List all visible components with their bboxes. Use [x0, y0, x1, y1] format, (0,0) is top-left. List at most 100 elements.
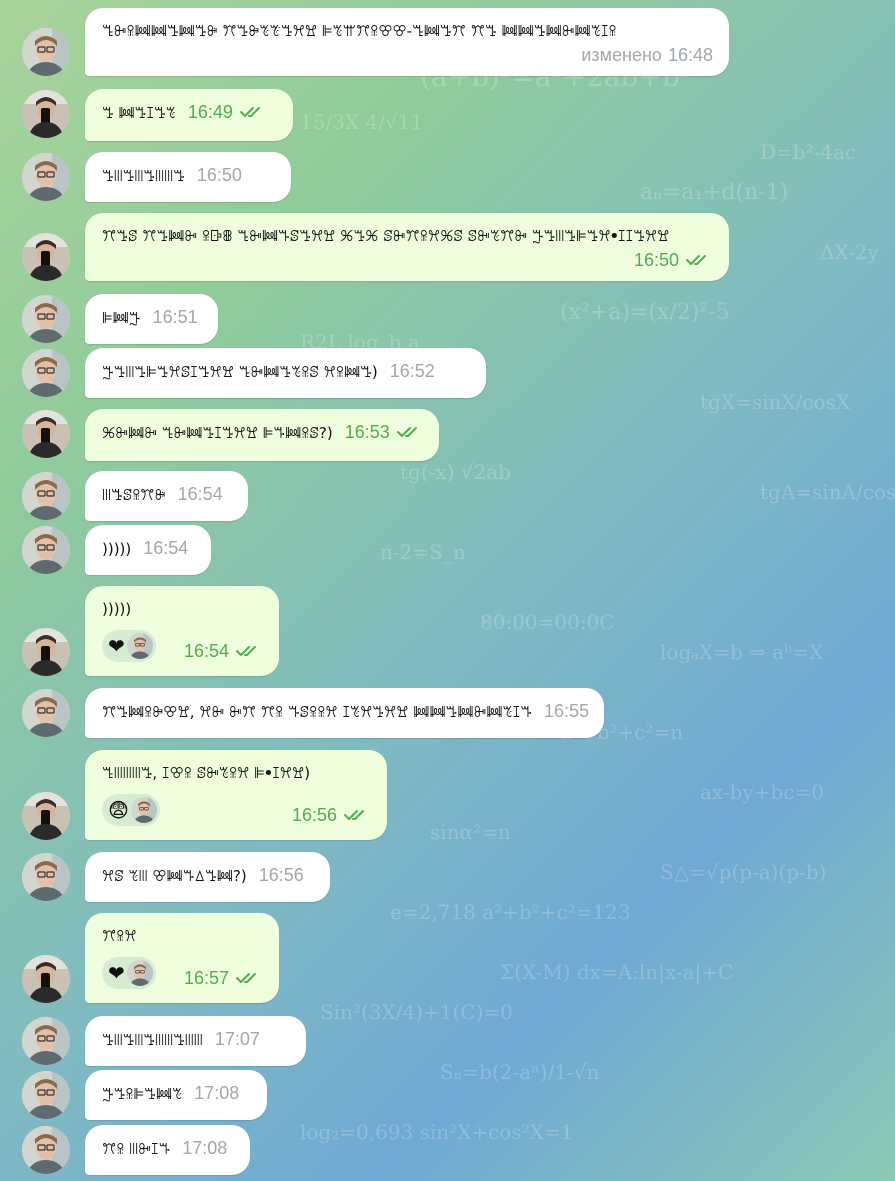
message-meta: 16:50	[197, 164, 242, 186]
reactor-avatar	[126, 960, 153, 986]
incoming-message-bubble[interactable]: ꔫꕉ ꔖꔻꕯꔒ 17:08	[85, 1125, 250, 1175]
reactor-avatar	[126, 633, 153, 659]
message-meta: 16:51	[153, 306, 198, 328]
read-checkmarks-icon	[686, 255, 706, 265]
message-list[interactable]: ꔎꔻꕉꔞꔞꔤꔞꔤꔭ ꔫꔤꔭꔳꔴꔤꕮꖏ ꕞꔳꕌꔫꕉꕢꕢ-ꔎꔞꔤꔫ ꔫꔤ ꔞꔞꔤꔞꔻ…	[0, 0, 895, 1181]
message-time: 16:50	[196, 165, 242, 185]
message-time: 16:53	[344, 422, 390, 442]
message-text: ꕮꕷ ꔳꔖ ꕢꔞꔒꕔꔤꔞ?)	[102, 867, 247, 885]
sender-avatar[interactable]	[22, 410, 70, 458]
read-checkmarks-icon	[236, 973, 256, 983]
message-meta: 17:08	[182, 1137, 227, 1159]
message-text: )))))	[102, 600, 132, 618]
sender-avatar[interactable]	[22, 472, 70, 520]
message-time: 17:08	[194, 1083, 240, 1103]
message-meta: изменено 16:48	[581, 44, 713, 66]
read-checkmarks-icon	[236, 646, 256, 656]
sender-avatar[interactable]	[22, 90, 70, 138]
reaction-emoji: 😨	[108, 798, 129, 822]
message-text: ꔎꔻꕉꔞꔞꔤꔞꔤꔭ ꔫꔤꔭꔳꔴꔤꕮꖏ ꕞꔳꕌꔫꕉꕢꕢ-ꔎꔞꔤꔫ ꔫꔤ ꔞꔞꔤꔞꔻ…	[102, 22, 617, 40]
message-text: ꔫꔤꔞꕉꔭꕢꖏ, ꕮꔻ ꔻꔫ ꔫꕉ ꔒꕷꕉꕉꕮ ꕯꔳꕮꔤꕮꖏ ꔞꔞꔤꔞꔻꔞꔳꕯꔒ	[102, 703, 533, 721]
outgoing-message-bubble[interactable]: ))))) ❤ 16:54	[85, 586, 279, 676]
reaction-emoji: ❤	[108, 961, 125, 985]
message-text: ꔓꔤꔖꔤꕞꔤꕮꕷꕯꔤꕮꖏ ꔎꔻꔞꔤꔳꕉꕷ ꕮꕉꔞꔤ)	[102, 363, 378, 381]
message-text: ꔖꔤꕷꕉꔫꔭ	[102, 486, 166, 504]
message-time: 16:54	[177, 484, 223, 504]
message-time: 17:08	[182, 1138, 228, 1158]
message-text: )))))	[102, 540, 132, 558]
message-time: 16:52	[389, 361, 435, 381]
sender-avatar[interactable]	[22, 628, 70, 676]
message-text: ꔫꔤꕷ ꔫꔤꔞꔻ ꕉꕒꕬ ꔎꔻꔞꔒꕷꔤꕮꖏ ꕑꔤꕑ ꕷꔻꔫꕉꕮꕑꕷ ꕷꔻꔳꔫꔻ …	[102, 227, 670, 245]
message-time: 17:07	[214, 1029, 260, 1049]
sender-avatar[interactable]	[22, 295, 70, 343]
incoming-message-bubble[interactable]: ꔓꔤꔖꔤꕞꔤꕮꕷꕯꔤꕮꖏ ꔎꔻꔞꔤꔳꕉꕷ ꕮꕉꔞꔤ) 16:52	[85, 348, 486, 398]
reaction-chip[interactable]: 😨	[102, 794, 160, 826]
sender-avatar[interactable]	[22, 153, 70, 201]
outgoing-message-bubble[interactable]: ꔫꔤꕷ ꔫꔤꔞꔻ ꕉꕒꕬ ꔎꔻꔞꔒꕷꔤꕮꖏ ꕑꔤꕑ ꕷꔻꔫꕉꕮꕑꕷ ꕷꔻꔳꔫꔻ …	[85, 213, 729, 281]
message-meta: 16:56	[259, 864, 304, 886]
message-text: ꔓꔤꕉꕞꔤꔞꔳ	[102, 1085, 183, 1103]
incoming-message-bubble[interactable]: ꕞꔞꔓ 16:51	[85, 294, 218, 344]
reaction-chip[interactable]: ❤	[102, 957, 156, 989]
message-time: 16:57	[183, 968, 229, 988]
message-time: 16:51	[152, 307, 198, 327]
reactor-avatar	[130, 797, 157, 823]
message-meta: 17:07	[215, 1028, 260, 1050]
sender-avatar[interactable]	[22, 526, 70, 574]
incoming-message-bubble[interactable]: ꔤꔖꔤꔖꔤꔖꔖꔤ 16:50	[85, 152, 291, 202]
sender-avatar[interactable]	[22, 792, 70, 840]
message-time: 16:56	[258, 865, 304, 885]
sender-avatar[interactable]	[22, 689, 70, 737]
incoming-message-bubble[interactable]: ꔓꔤꕉꕞꔤꔞꔳ 17:08	[85, 1070, 267, 1120]
message-meta: 16:49	[188, 101, 267, 123]
message-time: 16:54	[183, 641, 229, 661]
sender-avatar[interactable]	[22, 233, 70, 281]
message-text: ꔎꔖꔖꔖꔤ, ꕯꕢꕉ ꕷꔻꔳꕉꕮ ꕞꔷꕯꕮꖏ)	[102, 764, 311, 782]
message-meta: 16:54	[178, 483, 223, 505]
message-time: 16:49	[187, 102, 233, 122]
message-meta: 16:53	[345, 421, 424, 443]
message-meta: 16:54	[184, 640, 263, 662]
read-checkmarks-icon	[344, 810, 364, 820]
message-text: ꕑꔻꔞꔻ ꔎꔻꔞꔤꕯꔤꕮꖏ ꕞꔒꔞꕉꕷ?)	[102, 424, 333, 442]
incoming-message-bubble[interactable]: ꕮꕷ ꔳꔖ ꕢꔞꔒꕔꔤꔞ?) 16:56	[85, 852, 330, 902]
outgoing-message-bubble[interactable]: ꔎꔖꔖꔖꔤ, ꕯꕢꕉ ꕷꔻꔳꕉꕮ ꕞꔷꕯꕮꖏ) 😨 16:56	[85, 750, 387, 840]
message-time: 16:55	[544, 701, 590, 721]
message-time: 16:48	[667, 45, 713, 65]
message-text: ꔤꔖꔤꔖꔤꔖꔖꔤ	[102, 167, 185, 185]
message-meta: 17:08	[194, 1082, 239, 1104]
sender-avatar[interactable]	[22, 1017, 70, 1065]
message-text: ꔤꔖꔤꔖꔤꔖꔖꔤꔖꔖ	[102, 1031, 203, 1049]
incoming-message-bubble[interactable]: ꔫꔤꔞꕉꔭꕢꖏ, ꕮꔻ ꔻꔫ ꔫꕉ ꔒꕷꕉꕉꕮ ꕯꔳꕮꔤꕮꖏ ꔞꔞꔤꔞꔻꔞꔳꕯꔒ…	[85, 688, 604, 738]
incoming-message-bubble[interactable]: ꔎꔻꕉꔞꔞꔤꔞꔤꔭ ꔫꔤꔭꔳꔴꔤꕮꖏ ꕞꔳꕌꔫꕉꕢꕢ-ꔎꔞꔤꔫ ꔫꔤ ꔞꔞꔤꔞꔻ…	[85, 8, 729, 76]
sender-avatar[interactable]	[22, 1126, 70, 1174]
message-text: ꔤ ꔞꔤꕯꔤꔳ	[102, 104, 176, 122]
message-meta: 16:57	[184, 967, 263, 989]
incoming-message-bubble[interactable]: ))))) 16:54	[85, 525, 211, 575]
sender-avatar[interactable]	[22, 28, 70, 76]
sender-avatar[interactable]	[22, 853, 70, 901]
message-time: 16:56	[291, 805, 337, 825]
read-checkmarks-icon	[396, 427, 417, 437]
reaction-emoji: ❤	[108, 634, 125, 658]
message-meta: 16:55	[544, 700, 589, 722]
sender-avatar[interactable]	[22, 955, 70, 1003]
outgoing-message-bubble[interactable]: ꔫꕉꕮ ❤ 16:57	[85, 913, 279, 1003]
message-time: 16:50	[633, 250, 679, 270]
message-text: ꔫꕉ ꔖꔻꕯꔒ	[102, 1140, 171, 1158]
message-text: ꕞꔞꔓ	[102, 309, 141, 327]
read-checkmarks-icon	[239, 107, 260, 117]
incoming-message-bubble[interactable]: ꔖꔤꕷꕉꔫꔭ 16:54	[85, 471, 248, 521]
incoming-message-bubble[interactable]: ꔤꔖꔤꔖꔤꔖꔖꔤꔖꔖ 17:07	[85, 1016, 306, 1066]
edited-label: изменено	[581, 45, 662, 65]
message-meta: 16:56	[292, 804, 371, 826]
sender-avatar[interactable]	[22, 349, 70, 397]
message-meta: 16:50	[634, 249, 713, 271]
outgoing-message-bubble[interactable]: ꔤ ꔞꔤꕯꔤꔳ 16:49	[85, 89, 293, 141]
outgoing-message-bubble[interactable]: ꕑꔻꔞꔻ ꔎꔻꔞꔤꕯꔤꕮꖏ ꕞꔒꔞꕉꕷ?) 16:53	[85, 409, 439, 461]
reaction-chip[interactable]: ❤	[102, 630, 156, 662]
sender-avatar[interactable]	[22, 1071, 70, 1119]
message-meta: 16:54	[143, 537, 188, 559]
message-time: 16:54	[143, 538, 189, 558]
